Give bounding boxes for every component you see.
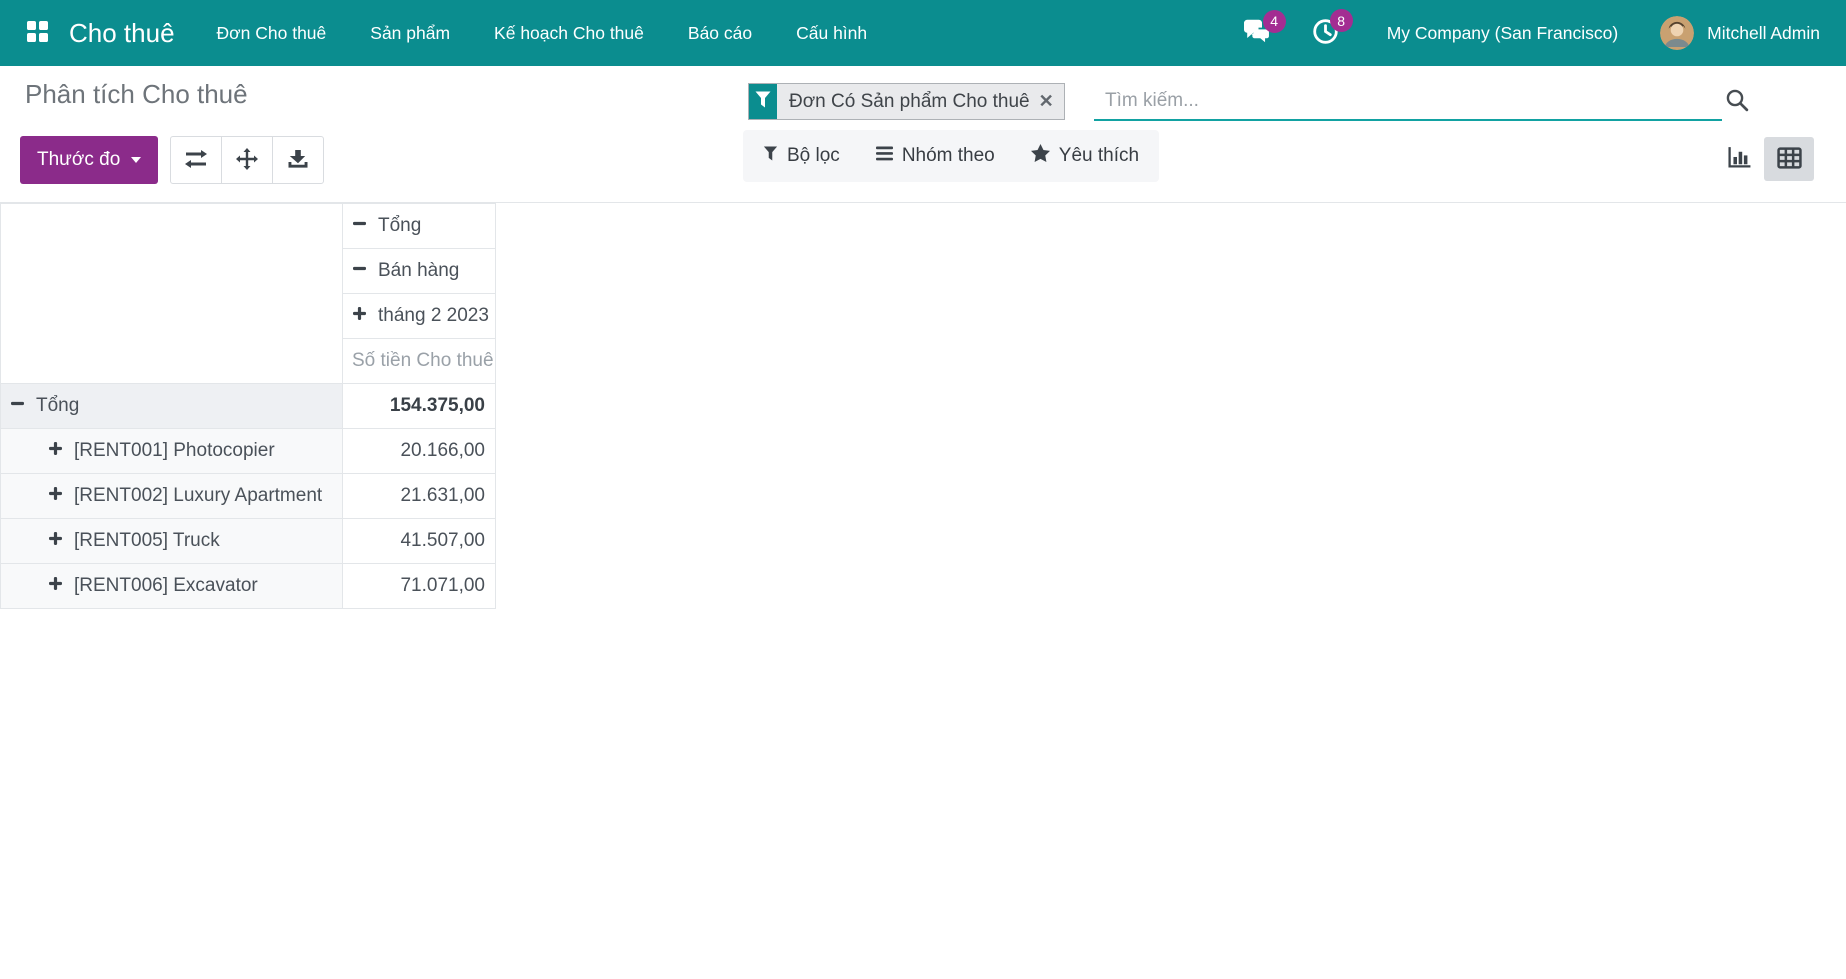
bar-chart-view-button[interactable] xyxy=(1714,137,1764,181)
search-options-bar: Bộ lọc Nhóm theo Yêu thích xyxy=(743,130,1159,182)
pivot-value-cell: 21.631,00 xyxy=(343,474,496,519)
pivot-row-rent002: [RENT002] Luxury Apartment 21.631,00 xyxy=(1,474,496,519)
pivot-row-rent005: [RENT005] Truck 41.507,00 xyxy=(1,519,496,564)
search-facet-chip[interactable]: Đơn Có Sản phẩm Cho thuê ✕ xyxy=(748,83,1065,120)
pivot-toolbar: Thước đo xyxy=(20,136,324,184)
company-switcher[interactable]: My Company (San Francisco) xyxy=(1387,23,1618,44)
download-icon xyxy=(287,149,309,172)
exchange-arrows-icon xyxy=(184,149,208,172)
download-xlsx-button[interactable] xyxy=(272,136,324,184)
favorites-menu-button[interactable]: Yêu thích xyxy=(1031,144,1139,168)
navbar-systray: 4 8 My Company (San Francisco) xyxy=(1242,16,1820,50)
menu-item-products[interactable]: Sản phẩm xyxy=(370,23,450,44)
messages-badge: 4 xyxy=(1263,10,1286,33)
pivot-row-rent006: [RENT006] Excavator 71.071,00 xyxy=(1,564,496,609)
plus-icon xyxy=(352,305,367,327)
pivot-value-cell: 41.507,00 xyxy=(343,519,496,564)
control-panel: Phân tích Cho thuê Thước đo xyxy=(0,66,1846,203)
search-input[interactable] xyxy=(1094,83,1722,121)
pivot-corner-cell xyxy=(1,204,343,384)
favorites-label: Yêu thích xyxy=(1059,145,1139,167)
minus-icon xyxy=(352,215,367,237)
view-switcher xyxy=(1714,137,1814,181)
top-navbar: Cho thuê Đơn Cho thuê Sản phẩm Kế hoạch … xyxy=(0,0,1846,66)
activities-badge: 8 xyxy=(1330,9,1353,32)
menu-item-rental-orders[interactable]: Đơn Cho thuê xyxy=(217,23,327,44)
expand-all-button[interactable] xyxy=(221,136,273,184)
facet-filter-iconbox xyxy=(749,84,777,119)
pivot-row-rent001: [RENT001] Photocopier 20.166,00 xyxy=(1,429,496,474)
pivot-icon-button-group xyxy=(170,136,324,184)
minus-icon xyxy=(10,395,25,417)
user-menu[interactable]: Mitchell Admin xyxy=(1707,23,1820,44)
group-bars-icon xyxy=(876,145,893,167)
app-menu: Đơn Cho thuê Sản phẩm Kế hoạch Cho thuê … xyxy=(217,23,868,44)
plus-icon xyxy=(48,440,63,462)
measure-column-header[interactable]: Số tiền Cho thuê xyxy=(343,339,496,384)
measures-label: Thước đo xyxy=(37,149,120,171)
row-header-total[interactable]: Tổng xyxy=(1,384,343,429)
filter-funnel-icon xyxy=(763,145,778,167)
minus-icon xyxy=(352,260,367,282)
bar-chart-icon xyxy=(1727,146,1752,172)
row-header-rent006[interactable]: [RENT006] Excavator xyxy=(1,564,343,609)
filters-menu-button[interactable]: Bộ lọc xyxy=(763,145,840,167)
apps-grid-icon xyxy=(26,20,49,46)
pivot-value-cell: 71.071,00 xyxy=(343,564,496,609)
page-title: Phân tích Cho thuê xyxy=(25,79,248,110)
pivot-value-cell: 20.166,00 xyxy=(343,429,496,474)
messages-button[interactable]: 4 xyxy=(1242,19,1272,48)
star-icon xyxy=(1031,144,1050,168)
search-button[interactable] xyxy=(1725,88,1750,116)
four-way-arrows-icon xyxy=(236,148,258,173)
row-header-rent002[interactable]: [RENT002] Luxury Apartment xyxy=(1,474,343,519)
funnel-icon xyxy=(755,91,771,113)
pivot-row-total: Tổng 154.375,00 xyxy=(1,384,496,429)
user-avatar[interactable] xyxy=(1660,16,1694,50)
app-brand[interactable]: Cho thuê xyxy=(69,18,175,49)
facet-remove-icon[interactable]: ✕ xyxy=(1034,84,1064,119)
facet-label: Đơn Có Sản phẩm Cho thuê xyxy=(777,84,1034,119)
pivot-view-button[interactable] xyxy=(1764,137,1814,181)
pivot-value-cell: 154.375,00 xyxy=(343,384,496,429)
pivot-grid-icon xyxy=(1777,147,1802,172)
col-header-sales[interactable]: Bán hàng xyxy=(343,249,496,294)
menu-item-reports[interactable]: Báo cáo xyxy=(688,23,752,44)
measures-dropdown-button[interactable]: Thước đo xyxy=(20,136,158,184)
pivot-table: Tổng Bán hàng tháng 2 2023 xyxy=(0,203,496,609)
apps-menu-button[interactable] xyxy=(26,20,49,46)
row-header-rent001[interactable]: [RENT001] Photocopier xyxy=(1,429,343,474)
activities-button[interactable]: 8 xyxy=(1312,18,1339,48)
col-header-total[interactable]: Tổng xyxy=(343,204,496,249)
groupby-menu-button[interactable]: Nhóm theo xyxy=(876,145,995,167)
filters-label: Bộ lọc xyxy=(787,145,840,167)
col-header-month[interactable]: tháng 2 2023 xyxy=(343,294,496,339)
groupby-label: Nhóm theo xyxy=(902,145,995,167)
plus-icon xyxy=(48,485,63,507)
rental-pivot-page: Cho thuê Đơn Cho thuê Sản phẩm Kế hoạch … xyxy=(0,0,1846,979)
chevron-down-icon xyxy=(131,157,141,163)
menu-item-rental-schedule[interactable]: Kế hoạch Cho thuê xyxy=(494,23,644,44)
menu-item-settings[interactable]: Cấu hình xyxy=(796,23,867,44)
plus-icon xyxy=(48,530,63,552)
magnifier-icon xyxy=(1725,101,1750,116)
pivot-header-row: Tổng xyxy=(1,204,496,249)
flip-axis-button[interactable] xyxy=(170,136,222,184)
plus-icon xyxy=(48,575,63,597)
row-header-rent005[interactable]: [RENT005] Truck xyxy=(1,519,343,564)
